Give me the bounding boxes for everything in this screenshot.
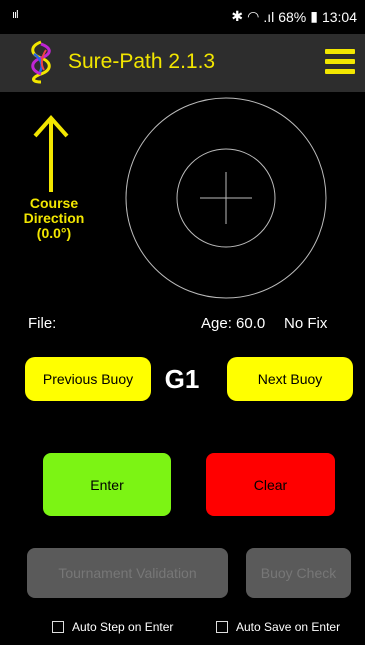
cell-signal-icon: .ıl [263, 8, 275, 25]
status-bar: ııl ✱ ◠ .ıl 68% ▮ 13:04 [0, 0, 365, 34]
app-title: Sure-Path 2.1.3 [68, 50, 216, 73]
buoy-check-button[interactable]: Buoy Check [246, 548, 351, 598]
age-value: Age: 60.0 [201, 315, 266, 332]
battery-percent: 68% [278, 8, 307, 25]
compass-target [125, 97, 327, 299]
course-direction: Course Direction (0.0°) [14, 196, 94, 241]
clear-button[interactable]: Clear [206, 453, 335, 516]
file-label: File: [28, 315, 57, 332]
wifi-icon: ◠ [247, 8, 260, 24]
current-buoy: G1 [164, 364, 200, 394]
sure-path-logo [31, 40, 51, 84]
auto-save-label: Auto Save on Enter [236, 620, 341, 634]
auto-save-checkbox[interactable] [216, 621, 228, 633]
up-arrow-icon [33, 114, 69, 192]
battery-icon: ▮ [310, 8, 318, 24]
tournament-validation-button[interactable]: Tournament Validation [27, 548, 228, 598]
course-line2: Direction [23, 210, 85, 226]
clock: 13:04 [321, 8, 357, 25]
course-heading: (0.0°) [36, 225, 72, 241]
status-right: ✱ ◠ .ıl 68% ▮ 13:04 [231, 8, 357, 25]
fix-status: No Fix [284, 315, 328, 332]
auto-save-option[interactable]: Auto Save on Enter [216, 620, 340, 634]
enter-button[interactable]: Enter [43, 453, 171, 516]
previous-buoy-button[interactable]: Previous Buoy [25, 357, 151, 401]
course-line1: Course [29, 195, 79, 211]
auto-step-checkbox[interactable] [52, 621, 64, 633]
signal-strength-icon: ııl [12, 9, 18, 21]
auto-step-label: Auto Step on Enter [72, 620, 174, 634]
auto-step-option[interactable]: Auto Step on Enter [52, 620, 173, 634]
next-buoy-button[interactable]: Next Buoy [227, 357, 353, 401]
app-bar: Sure-Path 2.1.3 [0, 34, 365, 92]
hamburger-menu-icon[interactable] [325, 49, 355, 77]
bluetooth-icon: ✱ [231, 8, 244, 24]
